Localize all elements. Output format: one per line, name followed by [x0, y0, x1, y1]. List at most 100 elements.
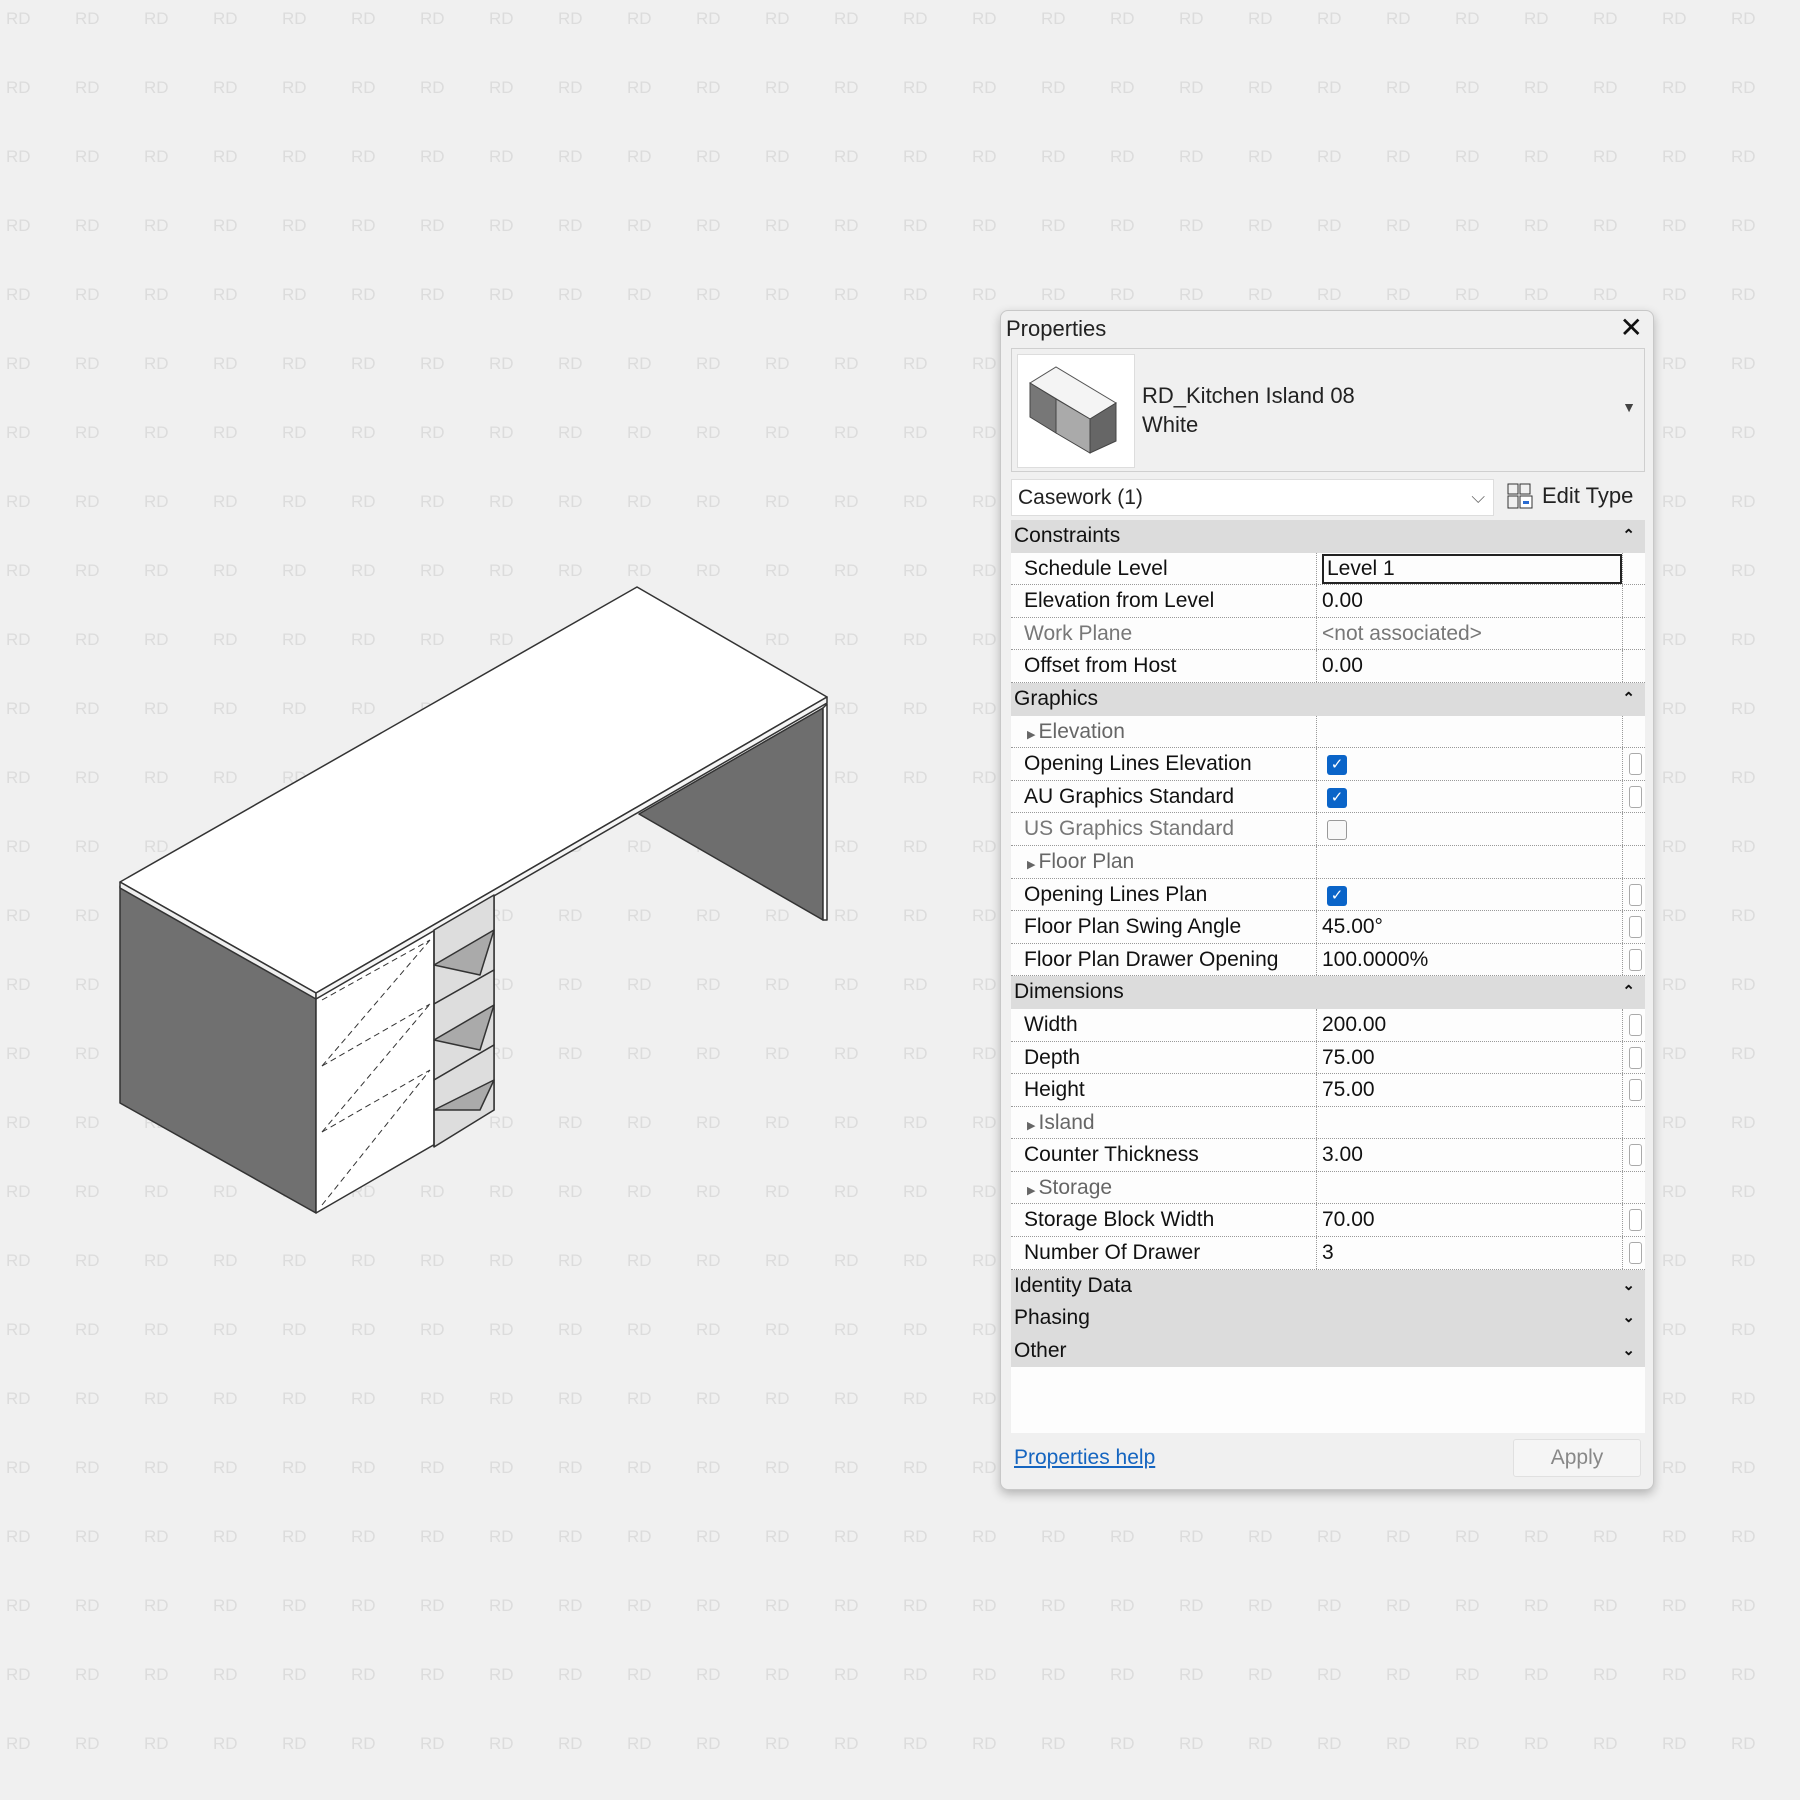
- property-label: Floor Plan Swing Angle: [1024, 915, 1241, 938]
- property-row: Work Plane <not associated>: [1011, 618, 1645, 651]
- type-subname: White: [1142, 410, 1355, 439]
- property-value[interactable]: <not associated>: [1322, 622, 1482, 645]
- expand-triangle-icon[interactable]: ▶: [1027, 1185, 1039, 1197]
- associate-parameter-button[interactable]: [1629, 1144, 1642, 1166]
- checkbox[interactable]: ✓: [1327, 788, 1347, 808]
- dropdown-arrow-icon[interactable]: ▼: [1622, 399, 1636, 415]
- category-dimensions[interactable]: Dimensions ⌃: [1011, 976, 1645, 1009]
- property-value[interactable]: 0.00: [1322, 589, 1363, 612]
- property-row: Floor Plan Swing Angle 45.00°: [1011, 911, 1645, 944]
- associate-parameter-button[interactable]: [1629, 916, 1642, 938]
- property-label: Width: [1024, 1013, 1078, 1036]
- type-thumbnail: [1017, 354, 1135, 468]
- property-value[interactable]: 75.00: [1322, 1046, 1375, 1069]
- collapse-icon[interactable]: ⌃: [1622, 683, 1635, 715]
- category-other[interactable]: Other ⌄: [1011, 1335, 1645, 1368]
- property-value[interactable]: 3.00: [1322, 1143, 1363, 1166]
- property-row: Opening Lines Elevation ✓: [1011, 748, 1645, 781]
- property-label: Opening Lines Plan: [1024, 883, 1207, 906]
- associate-parameter-button[interactable]: [1629, 1079, 1642, 1101]
- collapse-icon[interactable]: ⌃: [1622, 520, 1635, 552]
- edit-type-button[interactable]: Edit Type: [1506, 477, 1633, 515]
- subgroup-label: Elevation: [1039, 720, 1125, 743]
- palette-title: Properties: [1006, 313, 1106, 345]
- type-name: RD_Kitchen Island 08: [1142, 381, 1355, 410]
- property-label: Elevation from Level: [1024, 589, 1214, 612]
- property-value[interactable]: 100.0000%: [1322, 948, 1428, 971]
- edit-type-icon: [1506, 482, 1534, 510]
- collapse-icon[interactable]: ⌃: [1622, 976, 1635, 1008]
- checkbox[interactable]: [1327, 820, 1347, 840]
- associate-parameter-button[interactable]: [1629, 786, 1642, 808]
- subgroup-label: Storage: [1039, 1176, 1113, 1199]
- associate-parameter-button[interactable]: [1629, 1209, 1642, 1231]
- property-row: AU Graphics Standard ✓: [1011, 781, 1645, 814]
- category-label: Dimensions: [1014, 980, 1124, 1003]
- associate-parameter-button[interactable]: [1629, 1242, 1642, 1264]
- category-filter-value: Casework (1): [1018, 486, 1143, 509]
- type-selector[interactable]: RD_Kitchen Island 08 White ▼: [1011, 348, 1645, 472]
- property-value[interactable]: 3: [1322, 1241, 1334, 1264]
- category-phasing[interactable]: Phasing ⌄: [1011, 1302, 1645, 1335]
- property-label: Number Of Drawer: [1024, 1241, 1200, 1264]
- property-row: ▶ Floor Plan: [1011, 846, 1645, 879]
- property-row: Floor Plan Drawer Opening100.0000%: [1011, 944, 1645, 977]
- property-value[interactable]: 70.00: [1322, 1208, 1375, 1231]
- expand-icon[interactable]: ⌄: [1622, 1302, 1635, 1334]
- property-value[interactable]: 0.00: [1322, 654, 1363, 677]
- checkbox[interactable]: ✓: [1327, 755, 1347, 775]
- subgroup-label: Island: [1039, 1111, 1095, 1134]
- expand-icon[interactable]: ⌄: [1622, 1270, 1635, 1302]
- property-value[interactable]: 45.00°: [1322, 915, 1383, 938]
- associate-parameter-button[interactable]: [1629, 884, 1642, 906]
- property-row: Schedule Level Level 1: [1011, 553, 1645, 586]
- associate-parameter-button[interactable]: [1629, 1047, 1642, 1069]
- property-grid: Constraints ⌃ Schedule Level Level 1 Elevati…: [1011, 520, 1645, 1367]
- property-row: Number Of Drawer 3: [1011, 1237, 1645, 1270]
- property-row: Storage Block Width70.00: [1011, 1204, 1645, 1237]
- property-grid-empty-area: [1011, 1367, 1645, 1433]
- associate-parameter-button[interactable]: [1629, 753, 1642, 775]
- expand-triangle-icon[interactable]: ▶: [1027, 859, 1039, 871]
- category-constraints[interactable]: Constraints ⌃: [1011, 520, 1645, 553]
- associate-parameter-button[interactable]: [1629, 1014, 1642, 1036]
- category-graphics[interactable]: Graphics ⌃: [1011, 683, 1645, 716]
- right-leg-edge: [823, 704, 827, 920]
- property-row: Counter Thickness 3.00: [1011, 1139, 1645, 1172]
- property-row: ▶ Island: [1011, 1107, 1645, 1140]
- property-label: Work Plane: [1024, 622, 1132, 645]
- properties-palette: Properties ✕ RD_Kitchen Island 08 White …: [1000, 310, 1654, 1490]
- property-row: Width 200.00: [1011, 1009, 1645, 1042]
- apply-button[interactable]: Apply: [1513, 1439, 1641, 1477]
- property-label: Opening Lines Elevation: [1024, 752, 1252, 775]
- edit-type-label: Edit Type: [1542, 477, 1633, 515]
- property-row: Height 75.00: [1011, 1074, 1645, 1107]
- category-filter-select[interactable]: Casework (1) ⌵: [1011, 479, 1494, 516]
- property-value[interactable]: 75.00: [1322, 1078, 1375, 1101]
- category-label: Phasing: [1014, 1306, 1090, 1329]
- schedule-level-input[interactable]: Level 1: [1322, 554, 1622, 584]
- category-label: Identity Data: [1014, 1274, 1132, 1297]
- property-row: Opening Lines Plan ✓: [1011, 879, 1645, 912]
- category-identity-data[interactable]: Identity Data ⌄: [1011, 1270, 1645, 1303]
- property-row: ▶ Storage: [1011, 1172, 1645, 1205]
- property-label: Counter Thickness: [1024, 1143, 1199, 1166]
- expand-triangle-icon[interactable]: ▶: [1027, 1120, 1039, 1132]
- properties-help-link[interactable]: Properties help: [1014, 1441, 1155, 1475]
- associate-parameter-button[interactable]: [1629, 949, 1642, 971]
- property-label: Depth: [1024, 1046, 1080, 1069]
- property-label: Height: [1024, 1078, 1085, 1101]
- property-row: US Graphics Standard: [1011, 813, 1645, 846]
- expand-icon[interactable]: ⌄: [1622, 1335, 1635, 1367]
- close-icon[interactable]: ✕: [1620, 311, 1643, 345]
- property-value[interactable]: 200.00: [1322, 1013, 1386, 1036]
- property-label: Schedule Level: [1024, 557, 1168, 580]
- category-label: Graphics: [1014, 687, 1098, 710]
- checkbox[interactable]: ✓: [1327, 886, 1347, 906]
- category-label: Constraints: [1014, 524, 1120, 547]
- property-label: Offset from Host: [1024, 654, 1177, 677]
- expand-triangle-icon[interactable]: ▶: [1027, 729, 1039, 741]
- category-label: Other: [1014, 1339, 1067, 1362]
- property-row: ▶ Elevation: [1011, 716, 1645, 749]
- property-label: AU Graphics Standard: [1024, 785, 1234, 808]
